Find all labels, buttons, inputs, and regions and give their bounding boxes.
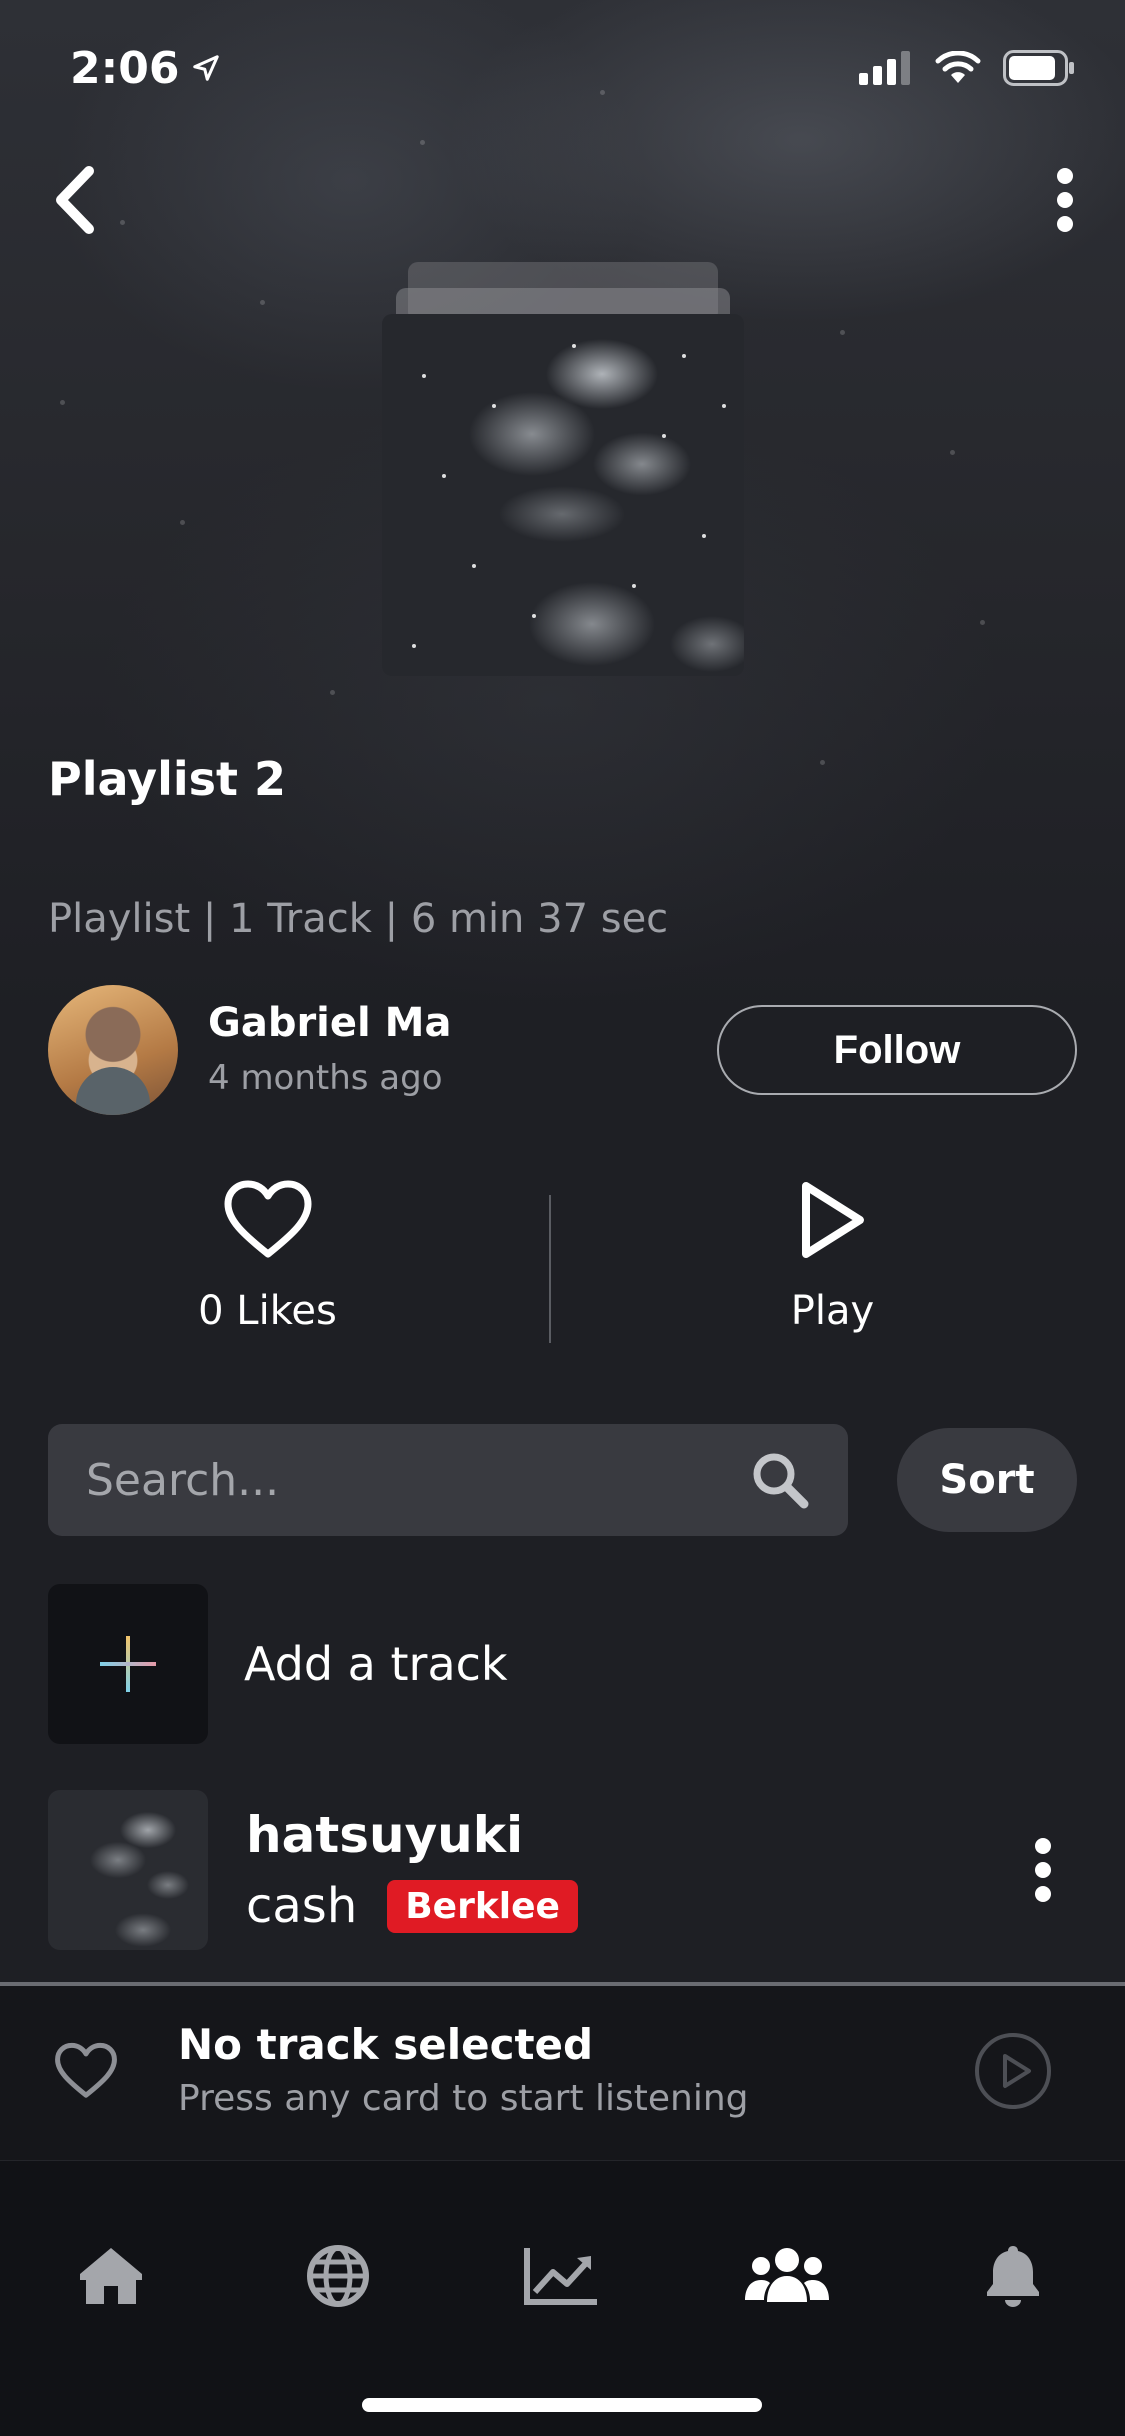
globe-icon: [307, 2245, 369, 2307]
track-artist: cash: [246, 1878, 358, 1934]
status-time: 2:06: [70, 43, 221, 94]
playlist-meta: Playlist | 1 Track | 6 min 37 sec: [48, 896, 669, 942]
heart-outline-icon: [55, 2042, 117, 2098]
track-more-button[interactable]: [1018, 1830, 1068, 1910]
location-arrow-icon: [193, 55, 220, 81]
tab-explore[interactable]: [293, 2231, 383, 2321]
play-button[interactable]: Play: [720, 1180, 945, 1334]
owner-posted-time: 4 months ago: [208, 1058, 443, 1098]
mini-player-subtitle: Press any card to start listening: [178, 2078, 749, 2119]
playlist-title: Playlist 2: [48, 752, 287, 806]
search-input[interactable]: [86, 1454, 686, 1506]
playlist-cover-stack: [382, 262, 744, 682]
tab-community[interactable]: [742, 2231, 832, 2321]
add-track-label: Add a track: [244, 1637, 508, 1691]
likes-count: 0 Likes: [198, 1288, 337, 1334]
status-bar: 2:06: [70, 38, 1075, 98]
heart-icon: [224, 1180, 311, 1258]
tab-charts[interactable]: [516, 2231, 606, 2321]
more-vertical-icon: [1035, 1838, 1051, 1902]
home-indicator: [362, 2398, 762, 2412]
actions-divider: [549, 1195, 551, 1343]
track-subline: cash Berklee: [246, 1878, 578, 1934]
chevron-left-icon: [56, 166, 94, 234]
status-icons: [859, 50, 1075, 86]
play-icon: [801, 1182, 864, 1258]
tab-notifications[interactable]: [968, 2231, 1058, 2321]
chart-line-icon: [524, 2248, 597, 2305]
like-button[interactable]: 0 Likes: [140, 1180, 395, 1334]
track-row[interactable]: hatsuyuki cash Berklee: [48, 1790, 1078, 1950]
users-icon: [745, 2248, 829, 2302]
status-time-text: 2:06: [70, 42, 180, 94]
search-box[interactable]: [48, 1424, 848, 1536]
play-label: Play: [790, 1288, 875, 1334]
owner-name[interactable]: Gabriel Ma: [208, 1000, 451, 1046]
sort-button[interactable]: Sort: [897, 1428, 1077, 1532]
signal-icon: [859, 51, 910, 85]
plus-icon: [100, 1636, 156, 1692]
track-info: hatsuyuki cash Berklee: [246, 1806, 578, 1934]
mini-player-play-button[interactable]: [974, 2032, 1052, 2114]
school-badge: Berklee: [387, 1879, 578, 1933]
add-track-tile[interactable]: [48, 1584, 208, 1744]
tab-home[interactable]: [66, 2231, 156, 2321]
add-track-row[interactable]: Add a track: [48, 1584, 1078, 1744]
owner-avatar[interactable]: [48, 985, 178, 1115]
bell-icon: [987, 2246, 1039, 2307]
mini-player-like-button[interactable]: [54, 2042, 118, 2104]
more-options-button[interactable]: [1035, 160, 1095, 240]
search-icon[interactable]: [750, 1450, 810, 1510]
follow-button[interactable]: Follow: [717, 1005, 1077, 1095]
track-title: hatsuyuki: [246, 1806, 524, 1864]
mini-player[interactable]: No track selected Press any card to star…: [0, 1986, 1125, 2160]
track-thumbnail: [48, 1790, 208, 1950]
back-button[interactable]: [40, 160, 110, 240]
playlist-cover-art: [382, 314, 744, 676]
home-icon: [80, 2248, 142, 2304]
mini-player-title: No track selected: [178, 2020, 594, 2069]
wifi-icon: [935, 51, 981, 83]
battery-icon: [1003, 50, 1074, 86]
play-circle-icon: [975, 2033, 1051, 2109]
more-vertical-icon: [1057, 168, 1073, 232]
tab-bar: [0, 2160, 1125, 2436]
